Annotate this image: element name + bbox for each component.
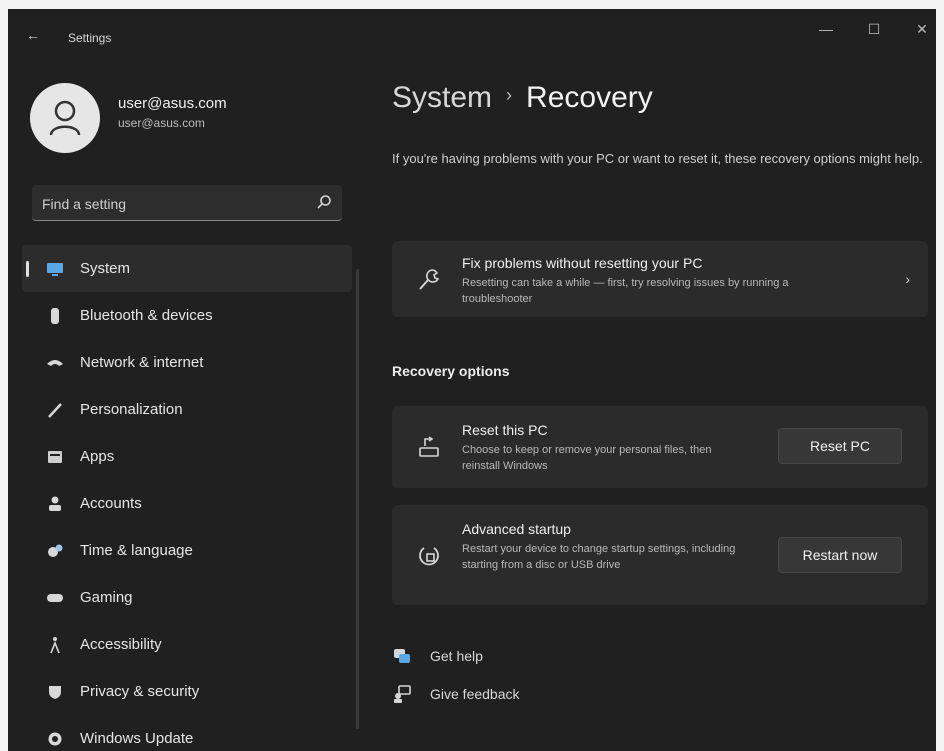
get-help-link[interactable]: Get help (392, 645, 483, 667)
search-input[interactable] (40, 193, 304, 215)
give-feedback-link[interactable]: Give feedback (392, 683, 520, 705)
sidebar-item-windows-update[interactable]: Windows Update (22, 715, 352, 751)
fix-problems-description: Resetting can take a while — first, try … (462, 277, 789, 305)
help-icon (394, 649, 410, 663)
sidebar-nav: System Bluetooth & devices Network & int… (22, 245, 352, 751)
monitor-icon (46, 260, 64, 278)
reset-pc-icon (419, 436, 439, 457)
sidebar-item-label: System (80, 260, 131, 277)
restart-now-button[interactable]: Restart now (778, 537, 902, 573)
advanced-startup-title: Advanced startup (462, 521, 571, 537)
reset-pc-button[interactable]: Reset PC (778, 428, 902, 464)
sidebar-item-accessibility[interactable]: Accessibility (22, 621, 352, 668)
maximize-button[interactable]: ☐ (864, 21, 884, 38)
reset-pc-card: Reset this PC Choose to keep or remove y… (392, 406, 928, 488)
sidebar-item-apps[interactable]: Apps (22, 433, 352, 480)
apps-icon (46, 448, 64, 466)
breadcrumb-parent[interactable]: System (392, 81, 492, 114)
avatar[interactable] (30, 83, 100, 153)
minimize-button[interactable]: — (816, 21, 836, 37)
advanced-startup-card: Advanced startup Restart your device to … (392, 505, 928, 605)
wifi-icon (46, 354, 64, 372)
accessibility-icon (46, 636, 64, 654)
brush-icon (46, 401, 64, 419)
sidebar-item-label: Accounts (80, 495, 142, 512)
person-icon (46, 495, 64, 513)
sidebar-item-label: Personalization (80, 401, 183, 418)
title-bar: ← Settings — ☐ ✕ (8, 9, 936, 61)
app-title: Settings (68, 31, 112, 45)
sidebar-item-label: Gaming (80, 589, 133, 606)
user-email: user@asus.com (118, 116, 205, 130)
sidebar-item-label: Accessibility (80, 636, 162, 653)
advanced-startup-description: Restart your device to change startup se… (462, 543, 736, 571)
breadcrumb-separator: › (506, 85, 513, 105)
fix-problems-title: Fix problems without resetting your PC (462, 255, 703, 271)
sidebar-item-label: Privacy & security (80, 683, 200, 700)
settings-window: ← Settings — ☐ ✕ user@asus.com user@asus… (8, 9, 936, 751)
intro-text: If you're having problems with your PC o… (392, 151, 923, 166)
update-icon (46, 730, 64, 748)
sidebar-item-network[interactable]: Network & internet (22, 339, 352, 386)
sidebar-item-label: Apps (80, 448, 115, 465)
fix-problems-card[interactable]: Fix problems without resetting your PC R… (392, 241, 928, 317)
recovery-options-heading: Recovery options (392, 363, 510, 379)
sidebar-item-privacy[interactable]: Privacy & security (22, 668, 352, 715)
get-help-label: Get help (430, 648, 483, 664)
sidebar-item-gaming[interactable]: Gaming (22, 574, 352, 621)
sidebar-item-label: Network & internet (80, 354, 204, 371)
shield-icon (46, 683, 64, 701)
back-button[interactable]: ← (26, 27, 40, 43)
sidebar-item-accounts[interactable]: Accounts (22, 480, 352, 527)
advanced-startup-icon (419, 547, 439, 566)
close-button[interactable]: ✕ (912, 21, 932, 38)
sidebar-item-label: Time & language (80, 542, 193, 559)
sidebar-item-system[interactable]: System (22, 245, 352, 292)
wrench-icon (419, 269, 440, 290)
reset-pc-description: Choose to keep or remove your personal f… (462, 444, 712, 472)
user-name: user@asus.com (118, 95, 227, 112)
sidebar-item-label: Windows Update (80, 730, 194, 747)
gamepad-icon (46, 589, 64, 607)
breadcrumb: System › Recovery (392, 81, 653, 115)
sidebar-item-label: Bluetooth & devices (80, 307, 213, 324)
page-title: Recovery (526, 81, 653, 114)
sidebar-item-personalization[interactable]: Personalization (22, 386, 352, 433)
clock-globe-icon (46, 542, 64, 560)
reset-pc-title: Reset this PC (462, 422, 548, 438)
sidebar-item-time-language[interactable]: Time & language (22, 527, 352, 574)
feedback-icon (394, 685, 411, 703)
bluetooth-icon (46, 307, 64, 325)
sidebar-scrollbar[interactable] (356, 269, 359, 729)
sidebar-item-bluetooth[interactable]: Bluetooth & devices (22, 292, 352, 339)
search-icon[interactable] (316, 194, 332, 210)
search-box[interactable] (32, 185, 342, 221)
user-icon (49, 100, 81, 136)
give-feedback-label: Give feedback (430, 686, 520, 702)
chevron-right-icon: › (905, 271, 910, 287)
